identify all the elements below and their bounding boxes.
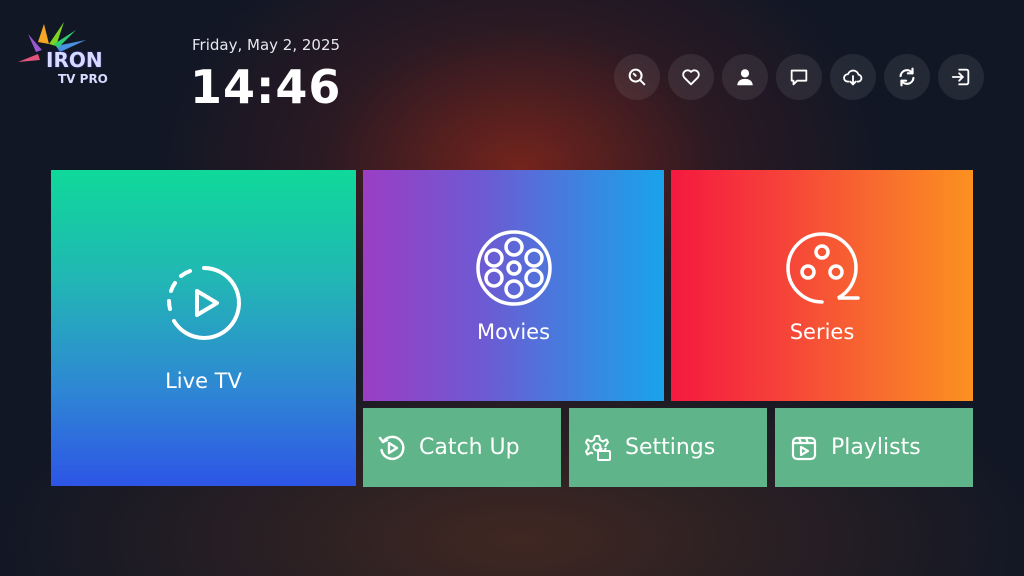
search-icon — [628, 68, 646, 86]
user-icon — [737, 69, 753, 86]
play-circle-icon — [166, 266, 241, 340]
logout-icon — [951, 68, 970, 86]
playlist-icon — [791, 436, 817, 460]
top-toolbar — [614, 54, 984, 100]
live-tv-tile[interactable]: Live TV — [51, 170, 356, 486]
movies-label: Movies — [476, 319, 551, 344]
current-date: Friday, May 2, 2025 — [192, 36, 341, 54]
catch-up-label: Catch Up — [419, 435, 520, 460]
settings-icon — [585, 434, 611, 461]
messages-button[interactable] — [776, 54, 822, 100]
chat-icon — [790, 69, 808, 86]
movies-tile[interactable]: Movies — [363, 170, 664, 401]
playlists-label: Playlists — [831, 435, 921, 460]
download-icon — [843, 69, 863, 86]
replay-icon — [378, 435, 405, 460]
playlists-button[interactable]: Playlists — [775, 408, 973, 487]
heart-icon — [682, 69, 700, 86]
app-logo: IRON TV PRO — [16, 22, 116, 98]
film-reel-icon — [475, 229, 552, 306]
film-reel-icon — [786, 231, 860, 304]
favorites-button[interactable] — [668, 54, 714, 100]
logout-button[interactable] — [938, 54, 984, 100]
search-button[interactable] — [614, 54, 660, 100]
refresh-icon — [899, 67, 915, 87]
refresh-button[interactable] — [884, 54, 930, 100]
series-tile[interactable]: Series — [671, 170, 973, 401]
logo-title: IRON — [46, 48, 103, 72]
profile-button[interactable] — [722, 54, 768, 100]
live-tv-label: Live TV — [165, 369, 242, 393]
catch-up-button[interactable]: Catch Up — [363, 408, 561, 487]
settings-label: Settings — [625, 435, 716, 460]
logo-subtitle: TV PRO — [58, 72, 108, 86]
series-label: Series — [789, 319, 855, 344]
current-time: 14:46 — [190, 60, 342, 114]
download-button[interactable] — [830, 54, 876, 100]
settings-button[interactable]: Settings — [569, 408, 767, 487]
